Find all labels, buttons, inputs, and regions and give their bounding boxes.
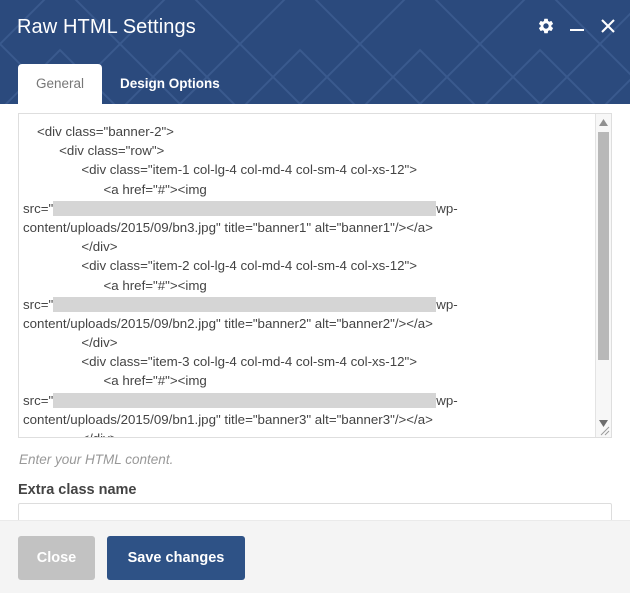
code-text: src=": [23, 296, 54, 312]
redacted-url: [53, 296, 437, 312]
modal-header: Raw HTML Settings General Design Options: [0, 0, 630, 104]
code-line: <div class="item-2 col-lg-4 col-md-4 col…: [37, 258, 418, 274]
gear-icon[interactable]: [537, 17, 555, 37]
code-line: <a href="#"><img: [37, 277, 207, 293]
window-controls: [537, 17, 617, 37]
page-title: Raw HTML Settings: [17, 16, 196, 38]
tab-general[interactable]: General: [18, 64, 103, 104]
code-text: src=": [23, 392, 54, 408]
tab-bar: General Design Options: [18, 64, 238, 104]
textarea-resize-grip[interactable]: [597, 423, 611, 437]
code-text: wp-: [436, 392, 458, 408]
code-line: src=" wp-: [19, 295, 595, 314]
code-text: src=": [23, 200, 54, 216]
code-line: <div class="item-1 col-lg-4 col-md-4 col…: [37, 162, 418, 178]
code-line: <div class="item-3 col-lg-4 col-md-4 col…: [37, 354, 418, 370]
extra-class-name-input[interactable]: [18, 503, 612, 520]
code-line: <div class="row">: [37, 143, 165, 159]
code-line: </div>: [37, 239, 118, 255]
code-line: </div>: [37, 335, 118, 351]
code-line: src=" wp-: [19, 199, 595, 218]
close-icon[interactable]: [599, 17, 617, 37]
code-text: wp-: [436, 200, 458, 216]
code-line: <div class="banner-2">: [37, 124, 174, 139]
modal-footer: Close Save changes: [0, 520, 630, 593]
close-button[interactable]: Close: [18, 536, 95, 580]
scroll-up-arrow-icon[interactable]: [596, 114, 611, 130]
code-line: content/uploads/2015/09/bn2.jpg" title="…: [23, 315, 433, 331]
redacted-url: [53, 200, 437, 216]
scrollbar-thumb[interactable]: [598, 132, 609, 360]
code-line: content/uploads/2015/09/bn1.jpg" title="…: [23, 411, 433, 427]
code-line: src=" wp-: [19, 391, 595, 410]
code-line: <a href="#"><img: [37, 373, 207, 389]
tab-design-options[interactable]: Design Options: [102, 64, 238, 104]
save-changes-button[interactable]: Save changes: [107, 536, 245, 580]
code-line: </div>: [19, 429, 595, 437]
redacted-url: [53, 392, 437, 408]
modal-body: <div class="banner-2"> <div class="row">…: [0, 104, 630, 520]
extra-class-name-label: Extra class name: [18, 482, 137, 498]
code-line: <a href="#"><img: [37, 181, 207, 197]
html-content-code[interactable]: <div class="banner-2"> <div class="row">…: [19, 114, 595, 437]
raw-html-settings-modal: Raw HTML Settings General Design Options: [0, 0, 630, 593]
textarea-scrollbar[interactable]: [595, 114, 611, 437]
html-content-textarea[interactable]: <div class="banner-2"> <div class="row">…: [18, 113, 612, 438]
code-text: wp-: [436, 296, 458, 312]
code-line: content/uploads/2015/09/bn3.jpg" title="…: [23, 219, 433, 235]
html-content-help-text: Enter your HTML content.: [19, 452, 174, 467]
minimize-icon[interactable]: [568, 17, 586, 37]
